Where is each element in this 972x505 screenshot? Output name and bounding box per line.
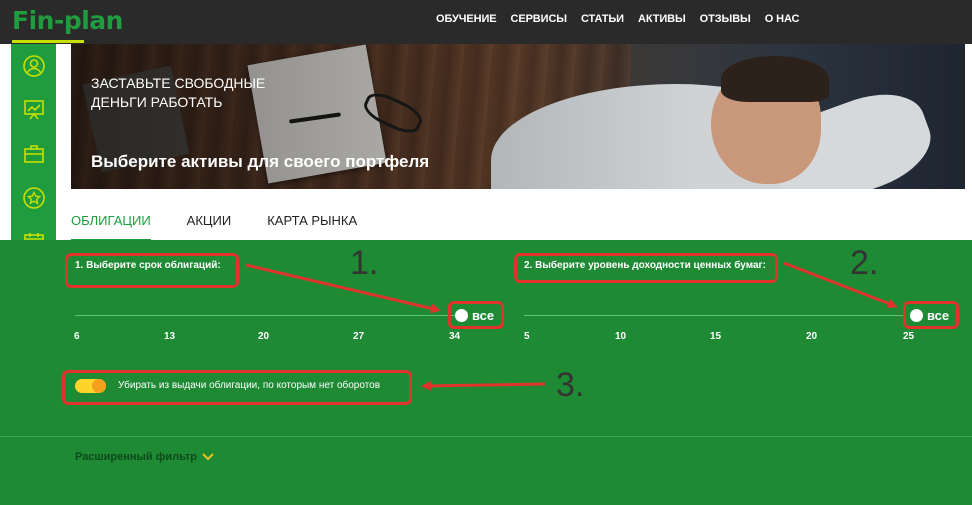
annotation-box-term bbox=[65, 253, 239, 288]
panel-divider bbox=[0, 436, 972, 437]
annotation-box-yield bbox=[514, 253, 778, 283]
annotation-number-1: 1. bbox=[350, 244, 379, 282]
sidebar-item-portfolio[interactable] bbox=[11, 132, 56, 176]
annotation-box-term-all bbox=[448, 301, 504, 329]
nav-item-education[interactable]: ОБУЧЕНИЕ bbox=[436, 13, 497, 25]
term-tick: 6 bbox=[74, 331, 80, 342]
star-icon bbox=[22, 187, 45, 209]
analytics-icon bbox=[23, 100, 44, 120]
tab-bonds[interactable]: ОБЛИГАЦИИ bbox=[71, 213, 151, 241]
advanced-filter-toggle[interactable]: Расширенный фильтр bbox=[75, 451, 214, 463]
nav-item-reviews[interactable]: ОТЗЫВЫ bbox=[700, 13, 751, 25]
briefcase-icon bbox=[23, 145, 44, 163]
term-tick: 34 bbox=[449, 331, 461, 342]
sidebar-item-analytics[interactable] bbox=[11, 88, 56, 132]
annotation-number-3: 3. bbox=[556, 366, 585, 404]
sidebar bbox=[11, 44, 56, 268]
main-nav: ОБУЧЕНИЕ СЕРВИСЫ СТАТЬИ АКТИВЫ ОТЗЫВЫ О … bbox=[436, 13, 813, 25]
advanced-filter-label: Расширенный фильтр bbox=[75, 451, 197, 463]
nav-item-services[interactable]: СЕРВИСЫ bbox=[510, 13, 567, 25]
logo[interactable]: Fin-plan bbox=[12, 6, 123, 35]
sidebar-item-profile[interactable] bbox=[11, 44, 56, 88]
user-icon bbox=[22, 55, 45, 77]
yield-tick: 25 bbox=[903, 331, 915, 342]
asset-tabs: ОБЛИГАЦИИ АКЦИИ КАРТА РЫНКА bbox=[71, 213, 393, 241]
term-tick: 27 bbox=[353, 331, 365, 342]
yield-slider[interactable] bbox=[524, 315, 906, 316]
nav-item-assets[interactable]: АКТИВЫ bbox=[638, 13, 686, 25]
banner-slogan: ЗАСТАВЬТЕ СВОБОДНЫЕ ДЕНЬГИ РАБОТАТЬ bbox=[91, 75, 266, 110]
nav-item-articles[interactable]: СТАТЬИ bbox=[581, 13, 624, 25]
annotation-number-2: 2. bbox=[850, 244, 879, 282]
yield-tick: 5 bbox=[524, 331, 530, 342]
hero-banner: ЗАСТАВЬТЕ СВОБОДНЫЕ ДЕНЬГИ РАБОТАТЬ Выбе… bbox=[71, 44, 965, 189]
term-tick: 13 bbox=[164, 331, 176, 342]
annotation-box-turnover bbox=[62, 370, 412, 405]
chevron-down-icon bbox=[202, 453, 214, 461]
logo-underline bbox=[12, 40, 84, 43]
nav-item-about[interactable]: О НАС bbox=[765, 13, 800, 25]
yield-tick: 10 bbox=[615, 331, 627, 342]
tab-stocks[interactable]: АКЦИИ bbox=[187, 213, 232, 241]
banner-headline: Выберите активы для своего портфеля bbox=[91, 152, 430, 171]
yield-tick: 20 bbox=[806, 331, 818, 342]
annotation-box-yield-all bbox=[903, 301, 959, 329]
yield-tick: 15 bbox=[710, 331, 722, 342]
sidebar-item-favorites[interactable] bbox=[11, 176, 56, 220]
term-tick: 20 bbox=[258, 331, 270, 342]
term-slider[interactable] bbox=[75, 315, 455, 316]
tab-market-map[interactable]: КАРТА РЫНКА bbox=[267, 213, 357, 241]
top-bar: Fin-plan ОБУЧЕНИЕ СЕРВИСЫ СТАТЬИ АКТИВЫ … bbox=[0, 0, 972, 44]
